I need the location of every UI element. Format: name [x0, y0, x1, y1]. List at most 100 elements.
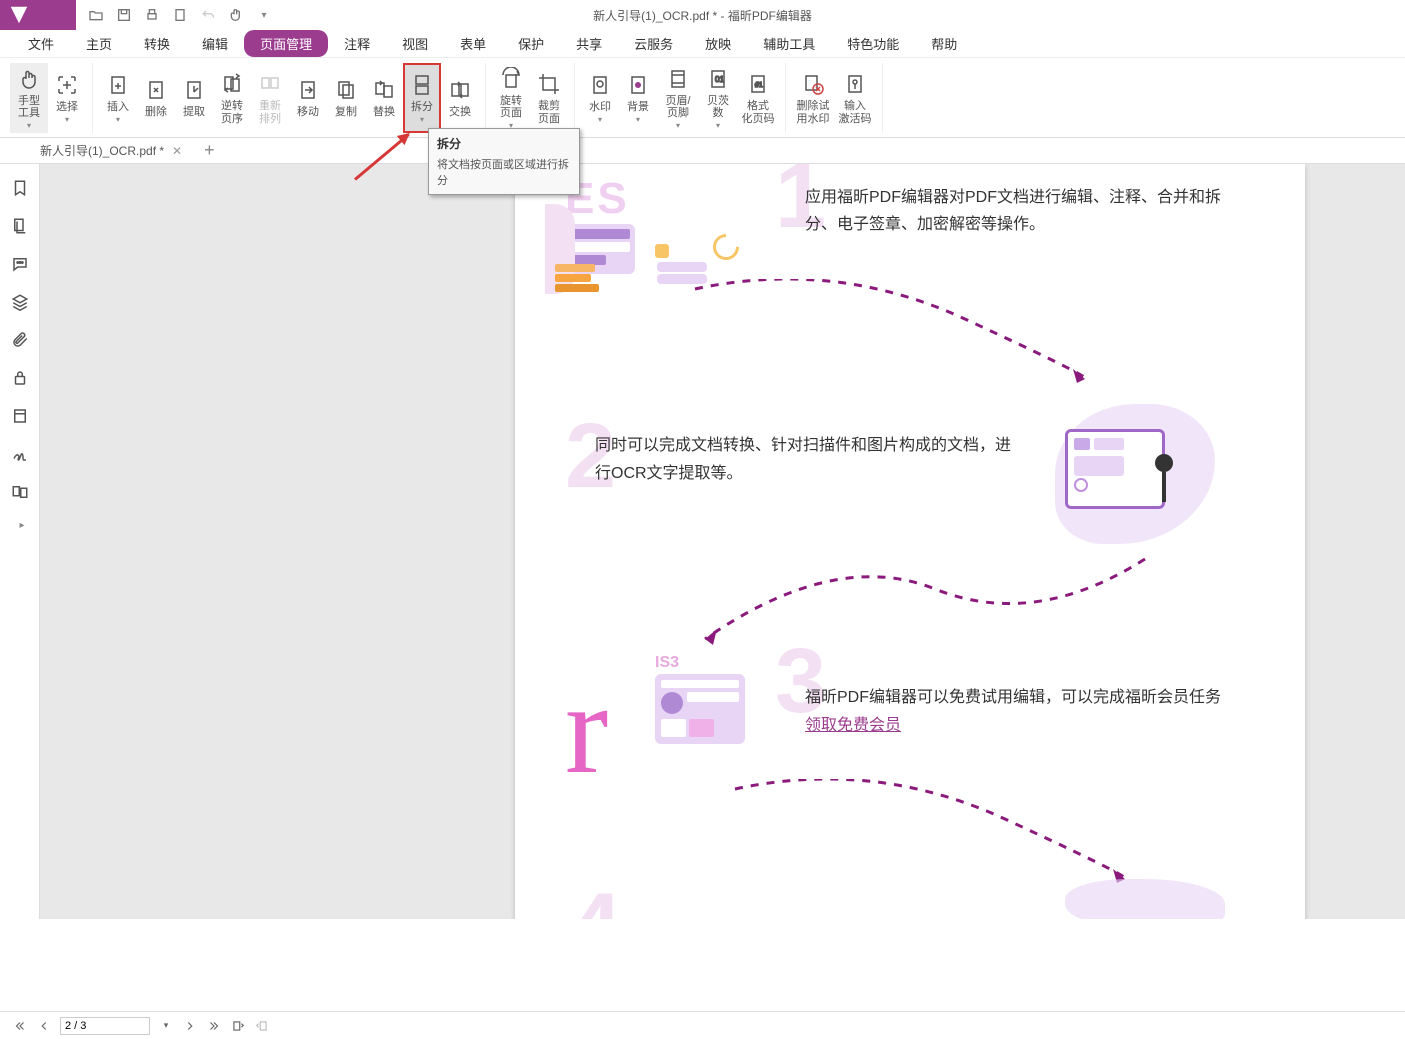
replace-button[interactable]: 替换 [365, 63, 403, 133]
security-icon[interactable] [10, 368, 30, 388]
print-icon[interactable] [140, 3, 164, 27]
doc-text-3: 福昕PDF编辑器可以免费试用编辑，可以完成福昕会员任务领取免费会员 [805, 684, 1235, 740]
del-trial-wm-button[interactable]: 删除试 用水印 [792, 63, 834, 133]
document-tab[interactable]: 新人引导(1)_OCR.pdf * ✕ [30, 139, 192, 163]
menu-form[interactable]: 表单 [444, 30, 502, 57]
tooltip-title: 拆分 [437, 135, 571, 152]
crop-button[interactable]: 裁剪 页面 [530, 63, 568, 133]
reverse-button[interactable]: 逆转 页序 [213, 63, 251, 133]
document-viewport[interactable]: 1 ES 应用福昕PDF编辑器对PDF文档进行编辑、注释、合并和拆分、电子签章、… [40, 164, 1405, 919]
menu-cloud[interactable]: 云服务 [618, 30, 689, 57]
comments-icon[interactable] [10, 254, 30, 274]
bates-button[interactable]: 01 贝茨 数 ▾ [699, 63, 737, 133]
replace-icon [370, 76, 398, 104]
menu-view[interactable]: 视图 [386, 30, 444, 57]
layers-icon[interactable] [10, 292, 30, 312]
header-footer-button[interactable]: 页眉/ 页脚 ▾ [657, 63, 699, 133]
page-number-input[interactable] [60, 1017, 150, 1035]
menu-special[interactable]: 特色功能 [831, 30, 915, 57]
hand-tool-button[interactable]: 手型 工具 ▾ [10, 63, 48, 133]
chevron-down-icon: ▾ [598, 115, 602, 124]
copy-button[interactable]: 复制 [327, 63, 365, 133]
menu-comment[interactable]: 注释 [328, 30, 386, 57]
header-footer-icon [664, 65, 692, 93]
key-icon [841, 70, 869, 98]
rearrange-button[interactable]: 重新 排列 [251, 63, 289, 133]
menu-convert[interactable]: 转换 [128, 30, 186, 57]
menu-protect[interactable]: 保护 [502, 30, 560, 57]
menu-edit[interactable]: 编辑 [186, 30, 244, 57]
tab-label: 新人引导(1)_OCR.pdf * [40, 142, 164, 159]
swap-button[interactable]: 交换 [441, 63, 479, 133]
chevron-down-icon: ▾ [27, 121, 31, 130]
hand-dropdown-icon[interactable] [224, 3, 248, 27]
menu-file[interactable]: 文件 [12, 30, 70, 57]
tab-close-icon[interactable]: ✕ [172, 144, 182, 158]
menu-play[interactable]: 放映 [689, 30, 747, 57]
jump-back-icon[interactable] [230, 1018, 246, 1034]
bookmark-icon[interactable] [10, 178, 30, 198]
blank-page-icon[interactable] [168, 3, 192, 27]
split-button[interactable]: 拆分 ▾ [403, 63, 441, 133]
move-icon [294, 76, 322, 104]
decorative-number-4: 4 [570, 874, 621, 919]
chevron-down-icon: ▾ [676, 121, 680, 130]
pages-icon[interactable] [10, 216, 30, 236]
hand-icon [15, 65, 43, 93]
split-icon [408, 71, 436, 99]
background-icon [624, 71, 652, 99]
next-page-icon[interactable] [182, 1018, 198, 1034]
open-icon[interactable] [84, 3, 108, 27]
background-button[interactable]: 背景 ▾ [619, 63, 657, 133]
page-dropdown-icon[interactable]: ▾ [158, 1018, 174, 1034]
rearrange-icon [256, 70, 284, 98]
delete-button[interactable]: 删除 [137, 63, 175, 133]
last-page-icon[interactable] [206, 1018, 222, 1034]
page-navigation: ▾ [12, 1017, 270, 1035]
signature-icon[interactable] [10, 444, 30, 464]
chevron-down-icon: ▾ [116, 115, 120, 124]
watermark-button[interactable]: 水印 ▾ [581, 63, 619, 133]
decorative-illustration-4 [1065, 879, 1245, 919]
menu-accessibility[interactable]: 辅助工具 [747, 30, 831, 57]
form-fields-icon[interactable] [10, 406, 30, 426]
first-page-icon[interactable] [12, 1018, 28, 1034]
insert-button[interactable]: 插入 ▾ [99, 63, 137, 133]
select-button[interactable]: 选择 ▾ [48, 63, 86, 133]
tooltip-description: 将文档按页面或区域进行拆分 [437, 156, 571, 188]
attachments-icon[interactable] [10, 330, 30, 350]
extract-button[interactable]: 提取 [175, 63, 213, 133]
title-bar: ▾ 新人引导(1)_OCR.pdf * - 福昕PDF编辑器 [0, 0, 1405, 30]
app-logo-area [0, 0, 76, 30]
save-icon[interactable] [112, 3, 136, 27]
menu-home[interactable]: 主页 [70, 30, 128, 57]
status-bar: ▾ [0, 1011, 1405, 1039]
decorative-curve [685, 549, 1155, 659]
new-tab-button[interactable]: + [204, 140, 215, 161]
window-title: 新人引导(1)_OCR.pdf * - 福昕PDF编辑器 [593, 7, 812, 24]
qat-expand-icon[interactable]: ▾ [252, 3, 276, 27]
rotate-button[interactable]: 旋转 页面 ▾ [492, 63, 530, 133]
format-num-button[interactable]: #1 格式 化页码 [737, 63, 779, 133]
select-icon [53, 71, 81, 99]
decorative-curve [685, 279, 1105, 399]
menu-help[interactable]: 帮助 [915, 30, 973, 57]
side-panel: ▸ [0, 164, 40, 919]
svg-text:#1: #1 [755, 82, 763, 89]
compare-icon[interactable] [10, 482, 30, 502]
reverse-icon [218, 70, 246, 98]
free-member-link[interactable]: 领取免费会员 [805, 717, 901, 734]
undo-icon[interactable] [196, 3, 220, 27]
activate-button[interactable]: 输入 激活码 [834, 63, 876, 133]
expand-sidebar-icon[interactable]: ▸ [10, 520, 30, 531]
jump-forward-icon[interactable] [254, 1018, 270, 1034]
chevron-down-icon: ▾ [636, 115, 640, 124]
prev-page-icon[interactable] [36, 1018, 52, 1034]
decorative-r-logo: r [565, 654, 608, 804]
menu-page-manage[interactable]: 页面管理 [244, 30, 328, 57]
menu-share[interactable]: 共享 [560, 30, 618, 57]
pdf-page: 1 ES 应用福昕PDF编辑器对PDF文档进行编辑、注释、合并和拆分、电子签章、… [515, 164, 1305, 919]
move-button[interactable]: 移动 [289, 63, 327, 133]
menu-bar: 文件 主页 转换 编辑 页面管理 注释 视图 表单 保护 共享 云服务 放映 辅… [0, 30, 1405, 58]
rotate-icon [497, 65, 525, 93]
